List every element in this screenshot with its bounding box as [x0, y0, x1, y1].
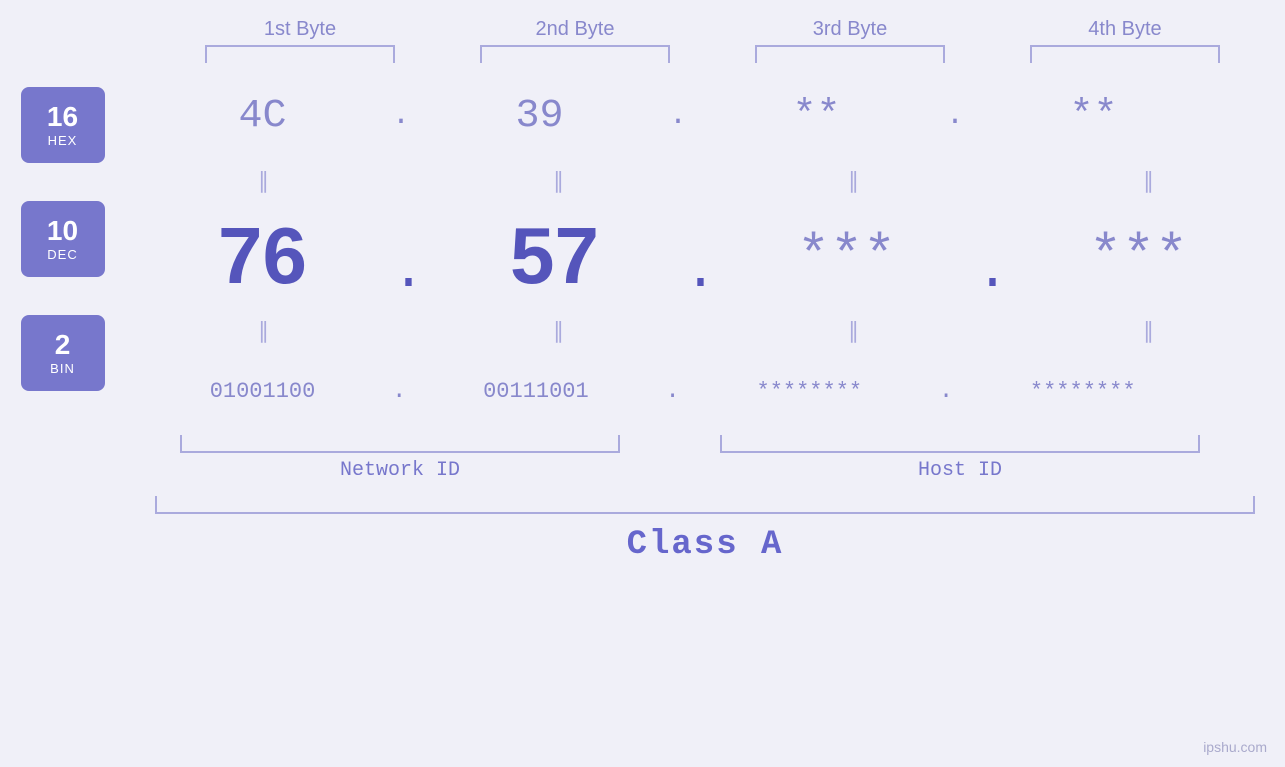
host-id-bracket: Host ID: [675, 435, 1245, 482]
bracket-line-b4: [1030, 45, 1220, 63]
dec-badge-label: DEC: [47, 247, 77, 262]
network-id-bracket: Network ID: [125, 435, 675, 482]
class-bracket-line: [155, 496, 1255, 514]
hex-b2-cell: 39: [402, 94, 677, 139]
dec-b1-value: 76: [218, 210, 307, 302]
eq2-b2-icon: ∥: [553, 318, 562, 344]
bin-b1-cell: 01001100: [125, 379, 400, 404]
main-grid: 16 HEX 10 DEC 2 BIN 4C .: [0, 71, 1285, 564]
eq2-b2: ∥: [420, 318, 695, 344]
label-column: 16 HEX 10 DEC 2 BIN: [0, 71, 125, 391]
data-columns: 4C . 39 . ** . ** ∥: [125, 71, 1285, 564]
bracket-b2: [438, 45, 713, 63]
dec-b2-value: 57: [510, 210, 599, 302]
hex-b2-value: 39: [516, 94, 564, 139]
bracket-line-b2: [480, 45, 670, 63]
host-id-label: Host ID: [918, 459, 1002, 482]
byte4-header: 4th Byte: [988, 18, 1263, 41]
eq1-b1-icon: ∥: [258, 168, 267, 194]
host-id-bracket-line: [720, 435, 1200, 453]
class-a-label: Class A: [627, 526, 784, 564]
bracket-b4: [988, 45, 1263, 63]
bracket-line-b1: [205, 45, 395, 63]
dec-b4-cell: ***: [1001, 225, 1276, 288]
hex-badge-num: 16: [47, 102, 78, 133]
equals-row-2: ∥ ∥ ∥ ∥: [125, 311, 1285, 351]
bracket-line-b3: [755, 45, 945, 63]
bin-row: 01001100 . 00111001 . ******** . *******…: [125, 351, 1285, 431]
hex-badge-label: HEX: [48, 133, 78, 148]
dec-b4-value: ***: [1089, 225, 1188, 288]
eq2-b1-icon: ∥: [258, 318, 267, 344]
dec-b3-value: ***: [797, 225, 896, 288]
bin-b4-cell: ********: [945, 379, 1220, 404]
hex-b1-cell: 4C: [125, 94, 400, 139]
eq1-b1: ∥: [125, 168, 400, 194]
hex-badge: 16 HEX: [21, 87, 105, 163]
sub-brackets: Network ID Host ID: [125, 435, 1285, 482]
equals-row-1: ∥ ∥ ∥ ∥: [125, 161, 1285, 201]
dec-badge: 10 DEC: [21, 201, 105, 277]
hex-b1-value: 4C: [238, 94, 286, 139]
bin-b4-value: ********: [1030, 379, 1136, 404]
eq2-b1: ∥: [125, 318, 400, 344]
bracket-b3: [713, 45, 988, 63]
hex-row: 4C . 39 . ** . **: [125, 71, 1285, 161]
hex-b3-cell: **: [679, 94, 954, 139]
top-brackets: [70, 45, 1285, 63]
eq1-b3-icon: ∥: [848, 168, 857, 194]
dec-badge-num: 10: [47, 216, 78, 247]
main-container: 1st Byte 2nd Byte 3rd Byte 4th Byte 16 H…: [0, 0, 1285, 767]
bin-b2-cell: 00111001: [398, 379, 673, 404]
eq2-b4: ∥: [1010, 318, 1285, 344]
byte2-header: 2nd Byte: [438, 18, 713, 41]
bin-b3-cell: ********: [672, 379, 947, 404]
bin-b2-value: 00111001: [483, 379, 589, 404]
eq1-b4: ∥: [1010, 168, 1285, 194]
dec-row: 76 . 57 . *** . ***: [125, 201, 1285, 311]
network-id-bracket-line: [180, 435, 620, 453]
dec-b1-cell: 76: [125, 210, 400, 302]
eq2-b3-icon: ∥: [848, 318, 857, 344]
eq1-b4-icon: ∥: [1143, 168, 1152, 194]
bin-badge-num: 2: [55, 330, 71, 361]
bin-badge: 2 BIN: [21, 315, 105, 391]
eq1-b2: ∥: [420, 168, 695, 194]
hex-b4-cell: **: [956, 94, 1231, 139]
byte-headers: 1st Byte 2nd Byte 3rd Byte 4th Byte: [70, 0, 1285, 41]
eq2-b3: ∥: [715, 318, 990, 344]
class-section: Class A: [125, 496, 1285, 564]
bracket-b1: [163, 45, 438, 63]
bin-b3-value: ********: [757, 379, 863, 404]
hex-b4-value: **: [1070, 94, 1118, 139]
eq2-b4-icon: ∥: [1143, 318, 1152, 344]
dec-b3-cell: ***: [709, 225, 984, 288]
network-id-label: Network ID: [340, 459, 460, 482]
bin-badge-label: BIN: [50, 361, 75, 376]
dec-b2-cell: 57: [417, 210, 692, 302]
watermark: ipshu.com: [1203, 739, 1267, 755]
hex-b3-value: **: [793, 94, 841, 139]
eq1-b3: ∥: [715, 168, 990, 194]
byte1-header: 1st Byte: [163, 18, 438, 41]
bin-b1-value: 01001100: [210, 379, 316, 404]
byte3-header: 3rd Byte: [713, 18, 988, 41]
eq1-b2-icon: ∥: [553, 168, 562, 194]
